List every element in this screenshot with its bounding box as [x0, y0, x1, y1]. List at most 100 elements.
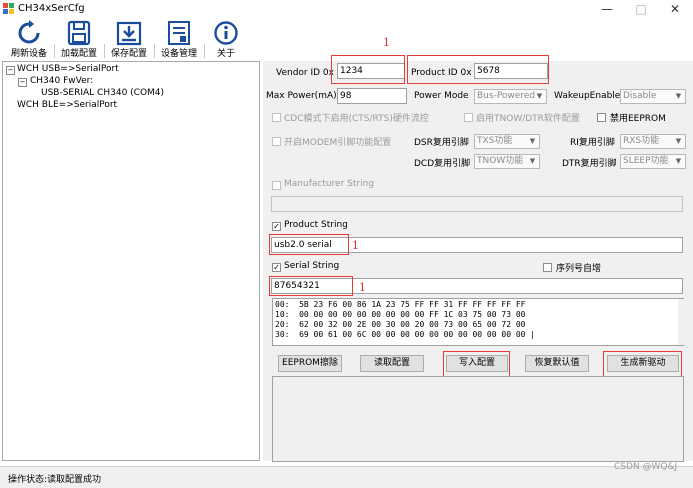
close-button[interactable]: ✕ — [658, 0, 692, 18]
manufacturer-checkbox[interactable] — [272, 181, 281, 190]
hex-scrollbar[interactable] — [678, 299, 684, 345]
serial-string-checkbox[interactable]: ✓ — [272, 263, 281, 272]
window-title: CH34xSerCfg — [18, 3, 85, 14]
vendor-id-label: Vendor ID 0x — [276, 68, 334, 78]
highlight-box — [269, 234, 349, 255]
log-area[interactable] — [272, 376, 684, 462]
annotation-number: 1 — [352, 239, 359, 252]
highlight-box — [269, 276, 353, 296]
highlight-box — [603, 351, 682, 377]
manufacturer-input[interactable] — [271, 196, 683, 212]
toolbar-separator — [104, 44, 105, 58]
toolbar-separator — [204, 44, 205, 58]
collapse-icon[interactable]: − — [6, 66, 15, 75]
annotation-number: 1 — [383, 36, 390, 49]
ri-pin-select[interactable]: RXS功能 ▼ — [620, 134, 686, 149]
refresh-icon — [18, 20, 40, 44]
toolbar-separator — [154, 44, 155, 58]
minimize-button[interactable]: — — [590, 0, 624, 18]
dsr-pin-select[interactable]: TXS功能 ▼ — [474, 134, 540, 149]
refresh-label: 刷新设备 — [10, 49, 47, 59]
power-mode-label: Power Mode — [414, 91, 469, 101]
disable-eeprom-label: 禁用EEPROM — [610, 114, 666, 124]
tree-item-com4[interactable]: USB-SERIAL CH340 (COM4) — [41, 88, 164, 98]
save-icon — [116, 21, 142, 46]
product-string-checkbox[interactable]: ✓ — [272, 222, 281, 231]
title-bar: CH34xSerCfg — □ ✕ — [0, 0, 693, 18]
chevron-down-icon: ▼ — [529, 137, 536, 145]
chevron-down-icon: ▼ — [675, 157, 682, 165]
watermark: CSDN @WQ&J — [614, 462, 678, 472]
tnow-config-checkbox[interactable] — [464, 113, 473, 122]
tree-item-wch-ble[interactable]: WCH BLE=>SerialPort — [17, 100, 117, 110]
serial-auto-increment-checkbox[interactable] — [543, 263, 552, 272]
read-config-button[interactable]: 读取配置 — [360, 355, 424, 372]
disable-eeprom-checkbox[interactable] — [597, 113, 606, 122]
hex-line: 00: 5B 23 F6 00 86 1A 23 75 FF FF 31 FF … — [275, 300, 526, 309]
load-config-button[interactable]: 加载配置 — [54, 18, 104, 60]
app-icon — [3, 3, 14, 14]
ri-pin-value: RXS功能 — [623, 136, 660, 146]
dsr-pin-label: DSR复用引脚 — [414, 138, 469, 148]
floppy-load-icon — [67, 20, 91, 46]
hex-line: 30: 69 00 61 00 6C 00 00 00 00 00 00 00 … — [275, 330, 536, 339]
device-tree[interactable]: − WCH USB=>SerialPort − CH340 FwVer: USB… — [2, 61, 260, 461]
highlight-box — [443, 351, 510, 377]
about-button[interactable]: 关于 — [204, 18, 248, 60]
max-power-label: Max Power(mA) — [266, 91, 337, 101]
refresh-device-button[interactable]: 刷新设备 — [4, 18, 54, 60]
dtr-pin-select[interactable]: SLEEP功能 ▼ — [620, 154, 686, 169]
tnow-config-label: 启用TNOW/DTR软件配置 — [476, 114, 580, 124]
save-label: 保存配置 — [110, 49, 147, 59]
serial-string-label: Serial String — [284, 261, 340, 271]
manage-label: 设备管理 — [160, 49, 197, 59]
hex-line: 20: 62 00 32 00 2E 00 30 00 20 00 73 00 … — [275, 320, 526, 329]
hex-line: 10: 00 00 00 00 00 00 00 00 00 FF 1C 03 … — [275, 310, 526, 319]
modem-config-label: 开启MODEM引脚功能配置 — [284, 138, 392, 148]
cdc-flow-checkbox[interactable] — [272, 113, 281, 122]
product-string-label: Product String — [284, 220, 348, 230]
serial-auto-increment-label: 序列号自增 — [556, 264, 602, 274]
dtr-pin-label: DTR复用引脚 — [562, 159, 617, 169]
dtr-pin-value: SLEEP功能 — [623, 156, 669, 166]
cdc-flow-label: CDC模式下启用(CTS/RTS)硬件流控 — [284, 114, 429, 124]
tree-item-ch340[interactable]: CH340 FwVer: — [30, 76, 93, 86]
eeprom-erase-button[interactable]: EEPROM擦除 — [278, 355, 342, 372]
highlight-box — [331, 55, 405, 84]
manufacturer-label: Manufacturer String — [284, 179, 375, 189]
maximize-button[interactable]: □ — [624, 0, 658, 18]
restore-default-button[interactable]: 恢复默认值 — [525, 355, 589, 372]
load-label: 加载配置 — [60, 49, 97, 59]
dcd-pin-select[interactable]: TNOW功能 ▼ — [474, 154, 540, 169]
chevron-down-icon: ▼ — [536, 92, 543, 100]
ri-pin-label: RI复用引脚 — [570, 138, 615, 148]
toolbar-separator — [54, 44, 55, 58]
tree-item-wch-usb[interactable]: WCH USB=>SerialPort — [17, 64, 119, 74]
wakeup-value: Disable — [623, 91, 657, 101]
modem-config-checkbox[interactable] — [272, 137, 281, 146]
annotation-number: 1 — [359, 281, 366, 294]
eeprom-hex-view[interactable]: 00: 5B 23 F6 00 86 1A 23 75 FF FF 31 FF … — [272, 298, 684, 346]
device-manager-icon — [168, 21, 190, 45]
about-label: 关于 — [216, 49, 235, 59]
chevron-down-icon: ▼ — [675, 92, 682, 100]
device-manage-button[interactable]: 设备管理 — [154, 18, 204, 60]
info-icon — [214, 21, 238, 45]
power-mode-select[interactable]: Bus-Powered ▼ — [474, 89, 547, 104]
chevron-down-icon: ▼ — [529, 157, 536, 165]
save-config-button[interactable]: 保存配置 — [104, 18, 154, 60]
chevron-down-icon: ▼ — [675, 137, 682, 145]
collapse-icon[interactable]: − — [18, 78, 27, 87]
check-icon: ✓ — [273, 263, 280, 272]
power-mode-value: Bus-Powered — [477, 91, 536, 101]
status-text: 操作状态:读取配置成功 — [8, 475, 102, 485]
max-power-input[interactable]: 98 — [337, 88, 407, 104]
dcd-pin-value: TNOW功能 — [477, 156, 524, 166]
status-bar: 操作状态:读取配置成功 CSDN @WQ&J — [0, 462, 693, 488]
dsr-pin-value: TXS功能 — [477, 136, 513, 146]
wakeup-label: WakeupEnable — [554, 91, 621, 101]
dcd-pin-label: DCD复用引脚 — [414, 159, 471, 169]
highlight-box — [407, 55, 549, 84]
check-icon: ✓ — [273, 222, 280, 231]
wakeup-select[interactable]: Disable ▼ — [620, 89, 686, 104]
